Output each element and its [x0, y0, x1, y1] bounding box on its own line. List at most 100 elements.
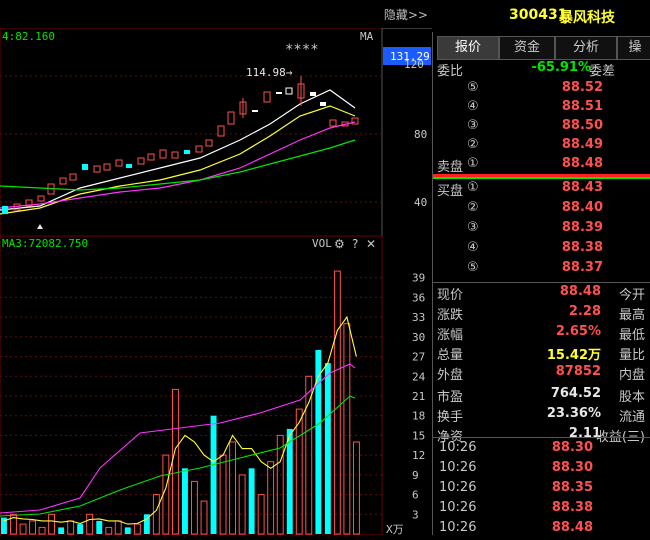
- quote-panel: 报价 资金 分析 操 委比 -65.91% 委差 ⑤ 88.52 ④ 88.51 ③ 88…: [432, 32, 650, 535]
- stat-label: 市盈: [437, 390, 464, 405]
- stat-row: 外盘 87852 内盘: [433, 364, 650, 384]
- volume-ytick: 6: [412, 489, 419, 502]
- chart-area[interactable]: 4:82.160 MA **** 114.98→ 131.29 120 80 4…: [0, 28, 432, 535]
- stat-label-secondary: 量比: [618, 348, 645, 363]
- buy-price: 88.37: [561, 260, 603, 275]
- sell-price: 88.52: [561, 80, 603, 95]
- volume-ma-readout: MA3:72082.750: [2, 237, 88, 250]
- buy-level-row: ④ 88.38: [433, 240, 650, 260]
- tab-operation[interactable]: 操: [617, 36, 650, 60]
- volume-unit: X万: [386, 523, 404, 535]
- candle: [320, 102, 326, 106]
- tab-quote[interactable]: 报价: [437, 36, 499, 60]
- volume-ytick: 12: [412, 449, 425, 462]
- kline-ytick: 80: [414, 128, 427, 141]
- buy-price: 88.39: [561, 220, 603, 235]
- candle: [276, 92, 282, 94]
- volume-ytick: 9: [412, 469, 419, 482]
- divider: [433, 437, 650, 438]
- tick-row: 10:26 88.30: [433, 440, 650, 460]
- volume-bar: [324, 363, 331, 534]
- weicha-label: 委差: [588, 64, 615, 79]
- sell-label: 卖盘: [437, 160, 464, 175]
- stat-label-secondary: 内盘: [618, 368, 645, 383]
- volume-bar: [182, 468, 188, 534]
- kline-panel: [0, 28, 383, 237]
- stat-value: 88.48: [559, 284, 601, 299]
- hide-panel-button[interactable]: 隐藏>>: [384, 6, 428, 23]
- stat-label: 外盘: [437, 368, 464, 383]
- stat-label: 涨跌: [437, 308, 464, 323]
- buy-label: 买盘: [437, 184, 464, 199]
- tab-analysis[interactable]: 分析: [555, 36, 617, 60]
- chart-toolbar: 隐藏>>: [0, 0, 432, 29]
- buy-price: 88.38: [561, 240, 603, 255]
- sell-price: 88.50: [561, 118, 603, 133]
- stat-label-secondary: 股本: [618, 390, 645, 405]
- tick-row: 10:26 88.48: [433, 520, 650, 540]
- level-index: ②: [467, 137, 479, 152]
- kline-ma-readout: 4:82.160: [2, 30, 55, 43]
- help-icon[interactable]: ?: [352, 237, 358, 251]
- level-index: ①: [467, 156, 479, 171]
- stock-title: 300431 暴风科技: [433, 0, 650, 32]
- tick-time: 10:26: [439, 520, 477, 535]
- candle: [184, 150, 190, 154]
- candle: [310, 92, 316, 96]
- volume-bar: [286, 428, 293, 534]
- tab-funds[interactable]: 资金: [499, 36, 555, 60]
- volume-bar: [248, 468, 255, 534]
- tick-time: 10:26: [439, 440, 477, 455]
- volume-ytick: 18: [412, 410, 425, 423]
- volume-ytick: 21: [412, 390, 425, 403]
- stat-value: 2.28: [568, 304, 601, 319]
- buy-price: 88.40: [561, 200, 603, 215]
- candle: [252, 110, 258, 112]
- tick-row: 10:26 88.35: [433, 480, 650, 500]
- stat-row: 涨幅 2.65% 最低: [433, 324, 650, 344]
- level-index: ④: [467, 240, 479, 255]
- stat-value: 15.42万: [546, 348, 601, 363]
- tick-row: 10:26 88.30: [433, 460, 650, 480]
- stat-row: 现价 88.48 今开: [433, 284, 650, 304]
- gear-icon[interactable]: ⚙: [334, 237, 345, 251]
- peak-price-label: 114.98→: [246, 66, 293, 79]
- kline-ytick: 120: [404, 58, 424, 71]
- stat-label: 总量: [437, 348, 464, 363]
- volume-bar: [124, 527, 131, 534]
- tick-price: 88.30: [551, 440, 593, 455]
- spread-line-green: [433, 177, 650, 179]
- weibi-value: -65.91%: [531, 60, 591, 75]
- sell-level-row: ④ 88.51: [433, 99, 650, 118]
- stat-value: 87852: [555, 364, 601, 379]
- volume-ytick: 30: [412, 331, 425, 344]
- tick-price: 88.35: [551, 480, 593, 495]
- stat-row: 总量 15.42万 量比: [433, 344, 650, 364]
- level-index: ②: [467, 200, 479, 215]
- volume-bar: [210, 415, 217, 534]
- volume-bar: [77, 524, 84, 534]
- volume-ytick: 33: [412, 311, 425, 324]
- stat-row: 市盈 764.52 股本: [433, 386, 650, 406]
- divider: [433, 282, 650, 283]
- level-index: ③: [467, 118, 479, 133]
- level-index: ⑤: [467, 80, 479, 95]
- stat-row: 涨跌 2.28 最高: [433, 304, 650, 324]
- stat-label-secondary: 最低: [618, 328, 645, 343]
- candle: [126, 164, 132, 168]
- stat-row: 换手 23.36% 流通: [433, 406, 650, 426]
- volume-bar: [96, 520, 103, 534]
- weibi-row: 委比 -65.91% 委差: [433, 60, 650, 80]
- sell-level-row: 卖盘 ① 88.48: [433, 156, 650, 175]
- stat-label: 现价: [437, 288, 464, 303]
- level-index: ⑤: [467, 260, 479, 275]
- close-icon[interactable]: ✕: [366, 237, 376, 251]
- sell-level-row: ② 88.49: [433, 137, 650, 156]
- stat-value: 23.36%: [546, 406, 601, 421]
- level-index: ③: [467, 220, 479, 235]
- volume-ytick: 3: [412, 508, 419, 521]
- stat-label: 换手: [437, 410, 464, 425]
- volume-yticks: 39 36 33 30 27 24 21 18 15 12 9 6 3: [412, 272, 426, 522]
- volume-ytick: 15: [412, 429, 425, 442]
- stat-label: 涨幅: [437, 328, 464, 343]
